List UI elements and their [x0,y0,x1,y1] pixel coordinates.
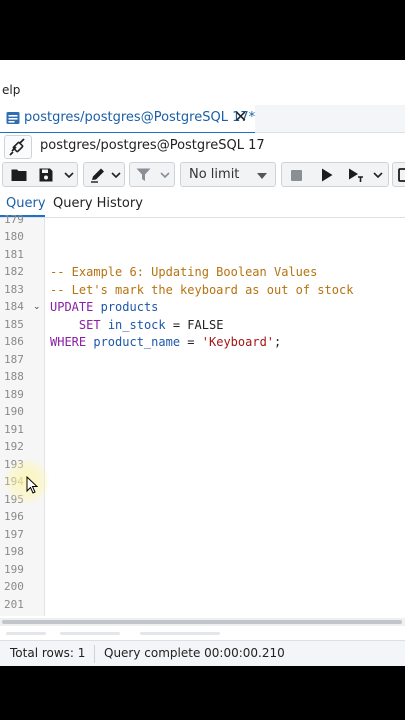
line-number: 182 [4,265,24,278]
commit-icon[interactable] [398,168,405,182]
sql-operator: = [187,335,195,349]
line-number: 197 [4,528,24,541]
pencil-icon[interactable] [90,167,107,183]
plug-icon [9,138,25,156]
code-line-update: UPDATE products [50,300,158,314]
code-line-where: WHERE product_name = 'Keyboard'; [50,335,281,349]
edit-button-group [83,162,125,187]
horizontal-scrollbar[interactable] [0,618,405,626]
sql-keyword: WHERE [50,335,87,349]
results-header-strip [0,626,405,640]
status-divider [94,645,95,663]
query-tool-icon [6,112,20,124]
chevron-down-icon[interactable] [64,172,74,179]
sql-string: 'Keyboard' [201,335,275,349]
editor-subtabs: Query Query History [0,191,405,218]
query-tab-bar: postgres/postgres@PostgreSQL 17* ✕ [0,105,405,134]
line-number: 180 [4,230,24,243]
line-number: 199 [4,563,24,576]
sql-identifier: products [100,300,159,314]
line-number: 179 [4,213,24,226]
chevron-down-icon[interactable] [111,172,121,179]
line-number: 201 [4,598,24,611]
mouse-pointer-icon [26,476,38,494]
line-number: 191 [4,423,24,436]
query-complete-status: Query complete 00:00:00.210 [104,646,285,660]
line-number-gutter: 179 180 181 182 183 184 ⌄ 185 186 187 18… [0,213,45,616]
save-icon[interactable] [39,168,53,182]
menu-item-help[interactable]: elp [2,83,20,97]
folder-open-icon[interactable] [11,168,28,182]
line-number: 184 [4,300,24,313]
code-line-comment: -- Let's mark the keyboard as out of sto… [50,283,354,297]
sql-keyword: UPDATE [50,300,94,314]
pgadmin-window: elp postgres/postgres@PostgreSQL 17* ✕ p… [0,60,405,666]
fold-chevron-icon[interactable]: ⌄ [33,302,41,312]
play-icon[interactable] [321,168,333,182]
execute-button-group [281,162,389,187]
line-number: 188 [4,370,24,383]
code-line-comment: -- Example 6: Updating Boolean Values [50,265,318,279]
sql-expression: = FALSE [172,318,224,332]
sql-editor[interactable]: 179 180 181 182 183 184 ⌄ 185 186 187 18… [0,213,405,616]
line-number: 181 [4,248,24,261]
query-tab[interactable]: postgres/postgres@PostgreSQL 17* ✕ [0,105,255,134]
tab-query-history[interactable]: Query History [53,196,143,211]
sql-identifier: product_name [93,335,181,349]
sql-terminator: ; [274,335,282,349]
line-number: 183 [4,283,24,296]
line-number: 190 [4,405,24,418]
chevron-down-icon[interactable] [373,172,383,179]
scrollbar-thumb[interactable] [2,620,402,624]
line-number: 192 [4,440,24,453]
chevron-down-icon[interactable] [160,172,170,179]
query-toolbar: No limit [0,160,405,190]
filter-button-group [129,162,175,187]
line-number: 200 [4,580,24,593]
line-number: 198 [4,545,24,558]
file-button-group [2,162,78,187]
connection-bar: postgres/postgres@PostgreSQL 17 [0,133,405,161]
explain-icon[interactable] [348,168,364,183]
total-rows-status: Total rows: 1 [10,646,86,660]
close-icon[interactable]: ✕ [234,107,247,126]
code-line-set: SET in_stock = FALSE [50,318,224,332]
sql-identifier: in_stock [107,318,166,332]
row-limit-value: No limit [189,167,240,182]
filter-icon[interactable] [136,168,151,182]
row-limit-select[interactable]: No limit [180,162,276,187]
line-number: 185 [4,318,24,331]
menu-bar: elp [0,60,405,106]
connection-status-icon[interactable] [4,135,32,159]
status-bar: Total rows: 1 Query complete 00:00:00.21… [0,640,405,666]
line-number: 189 [4,388,24,401]
line-number: 186 [4,335,24,348]
line-number: 187 [4,353,24,366]
connection-label[interactable]: postgres/postgres@PostgreSQL 17 [40,138,265,153]
tab-query[interactable]: Query [6,196,46,211]
query-tab-title: postgres/postgres@PostgreSQL 17* [24,110,256,125]
commit-button-group [392,162,405,187]
stop-icon[interactable] [291,170,302,181]
line-number: 196 [4,510,24,523]
caret-down-icon [257,173,267,179]
sql-keyword: SET [78,318,101,332]
